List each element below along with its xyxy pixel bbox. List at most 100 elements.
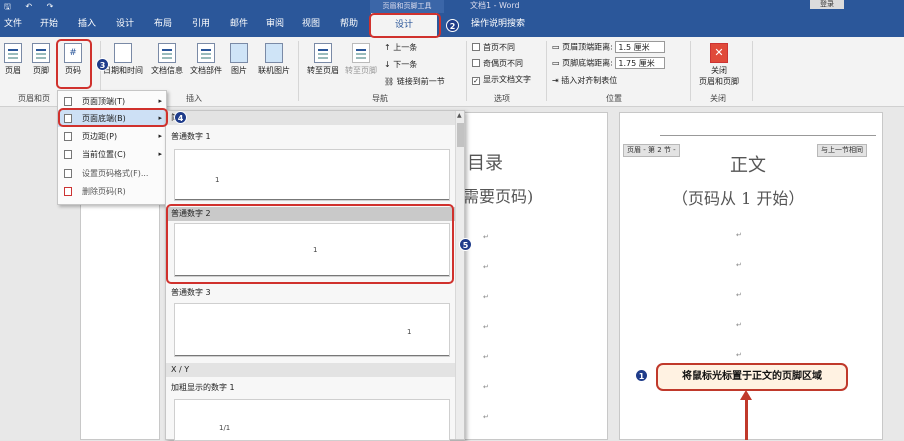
group-label-close: 关闭 <box>710 94 726 103</box>
next-button[interactable]: ↓ 下一条 <box>384 59 417 70</box>
login-button[interactable]: 登录 <box>810 0 844 9</box>
footer-bottom-distance: ▭ 页脚底端距离: 1.75 厘米 <box>552 57 666 69</box>
document-parts-icon <box>197 43 215 63</box>
submenu-arrow-icon: ▸ <box>158 132 162 140</box>
paragraph-mark: ↵ <box>483 413 489 421</box>
paragraph-mark: ↵ <box>736 291 742 299</box>
different-first-page-checkbox[interactable]: 首页不同 <box>472 42 515 53</box>
group-label-header-footer: 页眉和页 <box>18 94 50 103</box>
highlight-bottom-of-page <box>58 108 168 127</box>
paragraph-mark: ↵ <box>736 351 742 359</box>
contextual-tool-label: 页眉和页脚工具 <box>370 0 444 13</box>
instruction-callout: 将鼠标光标置于正文的页脚区域 <box>656 363 848 391</box>
step-badge-5: 5 <box>459 238 472 251</box>
header-button[interactable]: 页眉 <box>2 43 24 76</box>
paragraph-mark: ↵ <box>483 263 489 271</box>
scrollbar-thumb[interactable] <box>457 123 464 147</box>
tab-insert[interactable]: 插入 <box>78 13 96 37</box>
header-top-distance-input[interactable]: 1.5 厘米 <box>615 41 666 53</box>
footer-icon <box>32 43 50 63</box>
previous-button[interactable]: ↑ 上一条 <box>384 42 417 53</box>
group-label-options: 选项 <box>494 94 510 103</box>
picture-button[interactable]: 图片 <box>226 43 252 76</box>
tab-home[interactable]: 开始 <box>40 13 58 37</box>
close-icon: ✕ <box>710 43 728 63</box>
body-title: 正文 <box>730 155 766 176</box>
goto-footer-icon <box>352 43 370 63</box>
tab-view[interactable]: 视图 <box>302 13 320 37</box>
gallery-item-bold-number-1[interactable]: 1/1 <box>174 399 450 441</box>
paragraph-mark: ↵ <box>483 233 489 241</box>
menu-item-remove-page-numbers[interactable]: 删除页码(R) <box>58 183 168 200</box>
page-number-mark: 1/1 <box>219 424 231 432</box>
paragraph-mark: ↵ <box>736 261 742 269</box>
goto-footer-button[interactable]: 转至页脚 <box>342 43 380 76</box>
gallery-item-label: 普通数字 1 <box>171 132 211 141</box>
tell-me-search[interactable]: 操作说明搜索 <box>471 13 525 37</box>
menu-item-page-margins[interactable]: 页边距(P) ▸ <box>58 128 168 145</box>
group-divider <box>298 41 299 101</box>
group-divider <box>690 41 691 101</box>
step-badge-2: 2 <box>446 19 459 32</box>
title-bar: 🖫 ↶ ↷ 页眉和页脚工具 文档1 - Word 登录 <box>0 0 904 13</box>
group-label-position: 位置 <box>606 94 622 103</box>
page-number-mark: 1 <box>215 176 220 184</box>
gallery-item-label: 普通数字 3 <box>171 288 211 297</box>
page-number-mark: 1 <box>407 328 412 336</box>
highlight-page-number-button <box>56 39 92 89</box>
tab-references[interactable]: 引用 <box>192 13 210 37</box>
gallery-section-xy: X / Y <box>166 363 456 377</box>
highlight-plain-number-2 <box>166 204 454 284</box>
insert-alignment-tab-button[interactable]: ⇥ 插入对齐制表位 <box>552 75 617 86</box>
show-document-text-checkbox[interactable]: ✓ 显示文档文字 <box>472 74 531 85</box>
remove-icon <box>64 187 72 196</box>
footer-bottom-distance-input[interactable]: 1.75 厘米 <box>615 57 666 69</box>
menu-item-format-page-numbers[interactable]: 设置页码格式(F)... <box>58 165 168 182</box>
toc-subtitle: 需要页码) <box>463 187 534 206</box>
header-section-tag: 页眉 - 第 2 节 - <box>623 144 680 157</box>
page-margin-icon <box>64 132 72 141</box>
gallery-item-label: 加粗显示的数字 1 <box>171 383 235 392</box>
page-top-icon <box>64 97 72 106</box>
toc-title: 目录 <box>467 153 503 174</box>
submenu-arrow-icon: ▸ <box>158 150 162 158</box>
arrow-shaft <box>745 394 748 440</box>
gallery-scrollbar[interactable]: ▲ <box>455 111 464 439</box>
paragraph-mark: ↵ <box>483 323 489 331</box>
paragraph-mark: ↵ <box>483 353 489 361</box>
document-title: 文档1 - Word <box>470 1 520 10</box>
online-picture-button[interactable]: 联机图片 <box>254 43 294 76</box>
step-badge-1: 1 <box>635 369 648 382</box>
group-divider <box>752 41 753 101</box>
gallery-item-plain-number-1[interactable]: 1 <box>174 149 450 201</box>
header-rule <box>660 135 876 136</box>
tab-layout[interactable]: 布局 <box>154 13 172 37</box>
goto-header-button[interactable]: 转至页眉 <box>304 43 342 76</box>
gallery-item-plain-number-3[interactable]: 1 <box>174 303 450 357</box>
tab-design-doc[interactable]: 设计 <box>116 13 134 37</box>
document-parts-button[interactable]: 文档部件 <box>188 43 224 76</box>
link-to-previous-button[interactable]: ⛓ 链接到前一节 <box>384 76 445 87</box>
tab-file[interactable]: 文件 <box>4 13 22 37</box>
group-divider <box>466 41 467 101</box>
current-position-icon <box>64 150 72 159</box>
calendar-icon <box>114 43 132 63</box>
goto-header-icon <box>314 43 332 63</box>
footer-button[interactable]: 页脚 <box>30 43 52 76</box>
close-header-footer-button[interactable]: ✕ 关闭 页眉和页脚 <box>694 43 744 87</box>
gallery-section-simple: 简单 <box>166 111 456 125</box>
document-info-button[interactable]: 文档信息 <box>148 43 186 76</box>
tab-review[interactable]: 审阅 <box>266 13 284 37</box>
tab-help[interactable]: 帮助 <box>340 13 358 37</box>
group-divider <box>546 41 547 101</box>
paragraph-mark: ↵ <box>483 293 489 301</box>
online-picture-icon <box>265 43 283 63</box>
same-as-previous-tag: 与上一节相同 <box>817 144 867 157</box>
scroll-up-icon[interactable]: ▲ <box>457 112 462 119</box>
group-label-insert: 插入 <box>186 94 202 103</box>
menu-item-current-position[interactable]: 当前位置(C) ▸ <box>58 146 168 163</box>
tab-mailings[interactable]: 邮件 <box>230 13 248 37</box>
different-odd-even-checkbox[interactable]: 奇偶页不同 <box>472 58 523 69</box>
header-top-distance: ▭ 页眉顶端距离: 1.5 厘米 <box>552 41 666 53</box>
page-toc[interactable]: 目录 需要页码) ↵ ↵ ↵ ↵ ↵ ↵ ↵ <box>462 112 608 440</box>
